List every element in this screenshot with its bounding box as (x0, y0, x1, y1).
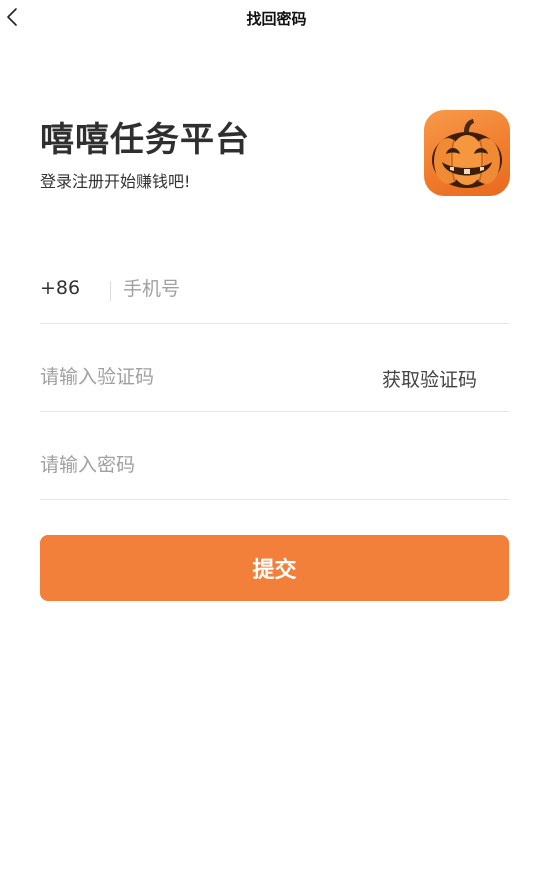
password-row (40, 411, 509, 500)
code-row: 获取验证码 (40, 323, 509, 412)
app-name: 嘻嘻任务平台 (40, 120, 250, 160)
app-slogan: 登录注册开始赚钱吧! (40, 172, 191, 191)
phone-row: +86 (40, 235, 509, 324)
submit-button[interactable]: 提交 (40, 535, 509, 601)
verification-code-input[interactable] (40, 359, 340, 395)
navbar: 找回密码 (0, 0, 553, 36)
app-logo (424, 110, 510, 196)
country-code[interactable]: +86 (40, 277, 80, 299)
page-title: 找回密码 (246, 10, 307, 28)
password-input[interactable] (40, 447, 500, 483)
get-code-button[interactable]: 获取验证码 (382, 365, 477, 392)
field-divider (110, 281, 111, 301)
phone-input[interactable] (123, 271, 503, 307)
pumpkin-icon (432, 119, 502, 188)
